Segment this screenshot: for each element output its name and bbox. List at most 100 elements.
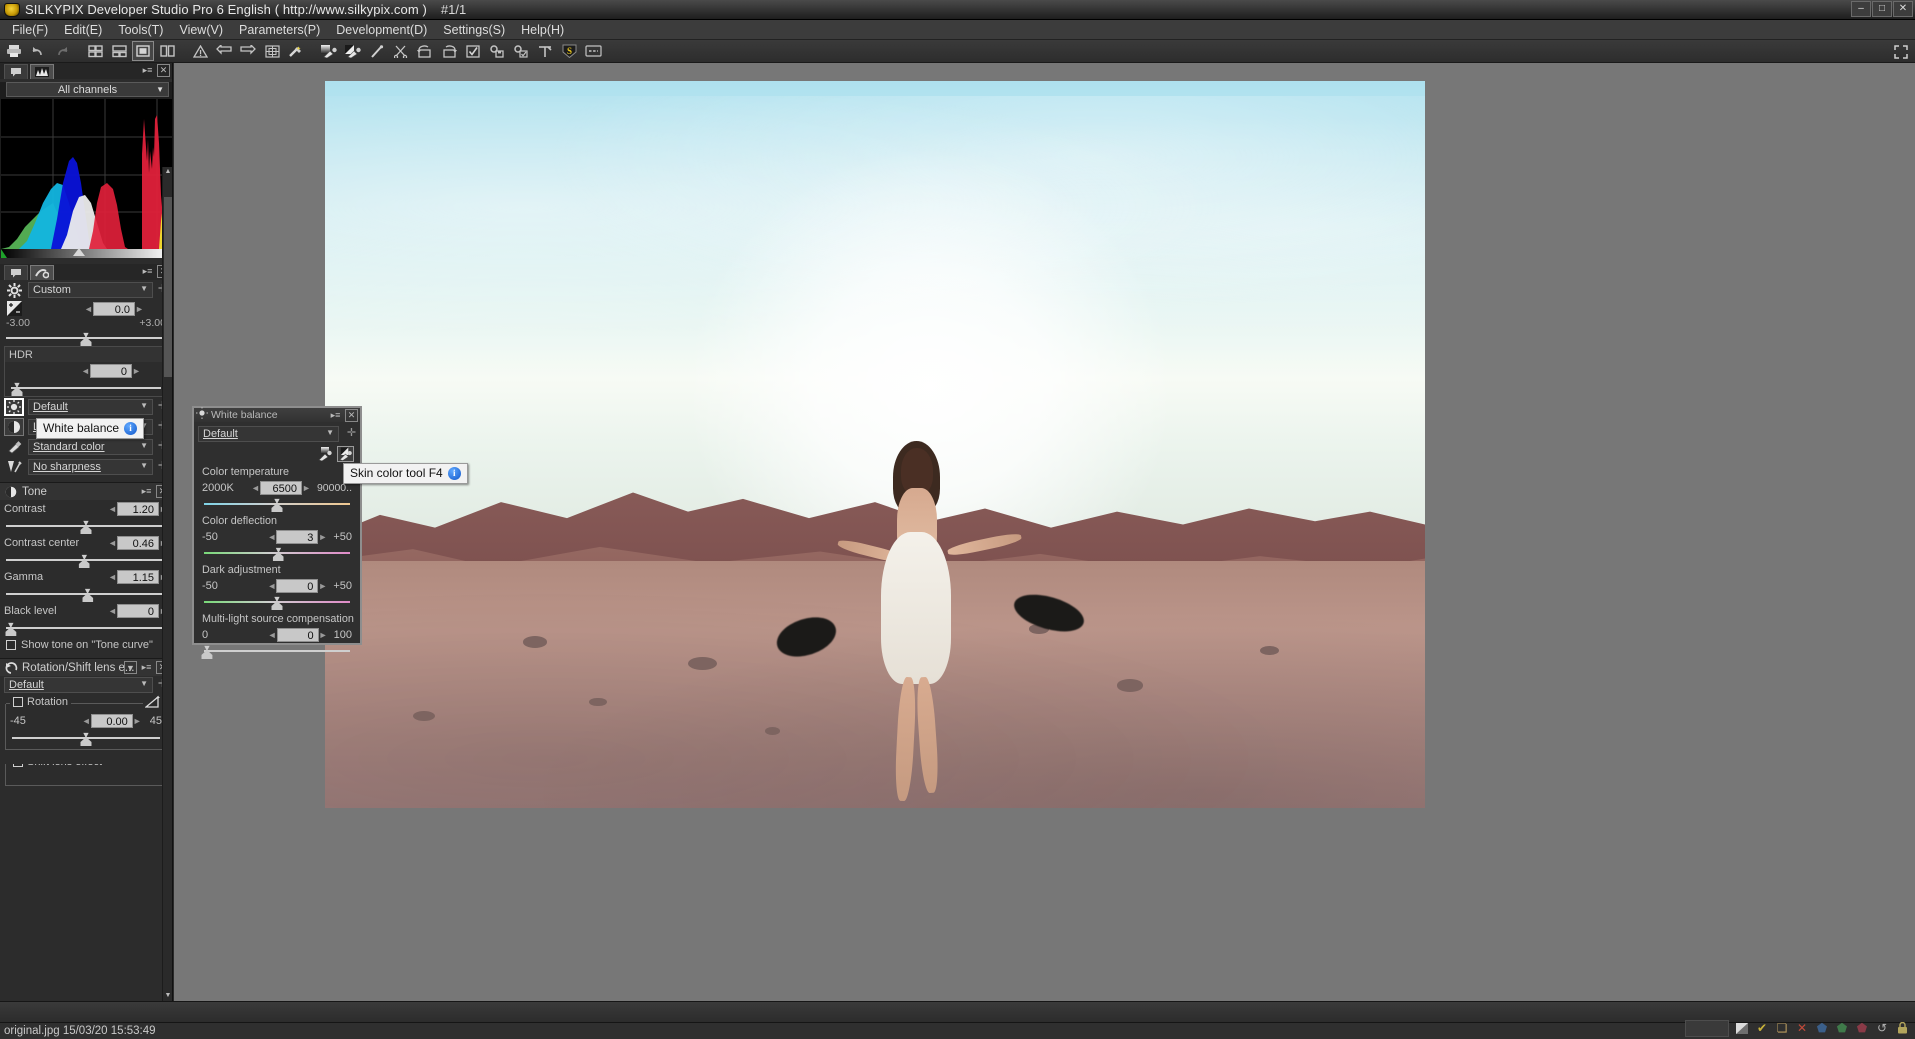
parameters-tab[interactable] [30,265,54,280]
panel-close-icon[interactable]: ✕ [157,64,170,77]
decrement-icon[interactable]: ◄ [108,504,117,514]
sharpness-quick-combo[interactable]: No sharpness ▼ [28,459,153,475]
white-balance-preset-combo[interactable]: Default ▼ [198,426,339,442]
decrement-icon[interactable]: ◄ [81,366,90,376]
rotate-left-icon[interactable] [414,41,436,61]
multi-light-slider[interactable]: ▼ [204,643,350,657]
lock-icon[interactable] [1895,1021,1909,1035]
image-format-icon[interactable] [1735,1021,1749,1035]
increment-icon[interactable]: ► [318,581,327,591]
histogram-gradient-bar[interactable] [1,249,172,258]
decrement-icon[interactable]: ◄ [108,572,117,582]
multi-light-value[interactable]: 0 [277,628,319,642]
skin-color-tool-icon[interactable] [342,41,364,61]
rotation-value[interactable]: 0.00 [91,714,133,728]
panel-menu-icon[interactable]: ▸≡ [140,485,153,498]
contrast-center-slider[interactable]: ▼ [6,552,166,566]
rotation-preset-combo[interactable]: Default ▼ [4,677,153,693]
menu-item-file[interactable]: File(F) [5,21,55,39]
thumbnail-grid-icon[interactable] [84,41,106,61]
panel-menu-icon[interactable]: ▸≡ [141,64,154,77]
add-white-balance-preset-icon[interactable]: ✛ [346,428,357,440]
decrement-icon[interactable]: ◄ [267,532,276,542]
decrement-icon[interactable]: ◄ [268,630,277,640]
copy-icon[interactable]: ❏ [1775,1021,1789,1035]
hdr-spinner[interactable]: ◄ 0 ► [81,364,141,378]
scrollbar-thumb[interactable] [164,197,172,377]
rotation-checkbox[interactable] [13,697,23,707]
scissors-icon[interactable] [390,41,412,61]
decrement-icon[interactable]: ◄ [84,304,93,314]
multi-light-spinner[interactable]: ◄ 0 ► [268,628,328,642]
thumbnail-list-icon[interactable] [108,41,130,61]
increment-icon[interactable]: ► [135,304,144,314]
contrast-spinner[interactable]: ◄ 1.20 ► [108,502,168,516]
batch-develop-icon[interactable] [486,41,508,61]
scroll-down-icon[interactable]: ▼ [164,991,172,1001]
next-image-icon[interactable] [237,41,259,61]
decrement-icon[interactable]: ◄ [108,606,117,616]
rotation-group-legend[interactable]: Rotation [10,696,71,708]
increment-icon[interactable]: ► [319,630,328,640]
menu-item-settings[interactable]: Settings(S) [436,21,512,39]
increment-icon[interactable]: ► [132,366,141,376]
panel-close-icon[interactable]: ✕ [345,409,358,422]
print-icon[interactable] [3,41,25,61]
exposure-value[interactable]: 0.0 [93,302,135,316]
shift-lens-group-legend[interactable]: Shift lens effect [10,764,105,768]
panel-menu-icon[interactable]: ▸≡ [141,265,154,278]
menu-item-help[interactable]: Help(H) [514,21,571,39]
quick-row-white-balance[interactable]: Default ▼ ✛ [0,397,172,417]
hdr-slider[interactable]: ▼ [11,380,161,394]
undo-icon[interactable]: ↺ [1875,1021,1889,1035]
rotation-slider[interactable]: ▼ [12,730,160,744]
previous-image-icon[interactable] [213,41,235,61]
decrement-icon[interactable]: ◄ [108,538,117,548]
exposure-slider[interactable]: ▼ [6,330,166,344]
dark-adjustment-spinner[interactable]: ◄ 0 ► [267,579,327,593]
show-tone-on-curve-checkbox[interactable] [6,640,16,650]
single-preview-icon[interactable] [132,41,154,61]
channel-select[interactable]: All channels ▼ [6,82,169,97]
increment-icon[interactable]: ► [318,532,327,542]
gray-balance-tool-icon[interactable] [318,41,340,61]
check-icon[interactable]: ✔ [1755,1021,1769,1035]
sun-icon[interactable] [4,398,24,416]
exposure-spinner[interactable]: ◄ 0.0 ► [84,302,144,316]
panel-menu-icon[interactable]: ▸≡ [329,409,342,422]
image-preview-area[interactable]: White balance ▸≡ ✕ Default ▼ ✛ [174,63,1915,1001]
white-balance-quick-combo[interactable]: Default ▼ [28,399,153,415]
develop-settings-icon[interactable] [510,41,532,61]
left-dock-scrollbar[interactable]: ▲ ▼ [162,167,172,1001]
gamma-value[interactable]: 1.15 [117,570,159,584]
gamma-spinner[interactable]: ◄ 1.15 ► [108,570,168,584]
decrement-icon[interactable]: ◄ [251,483,260,493]
menu-item-tools[interactable]: Tools(T) [111,21,170,39]
quick-row-sharpness[interactable]: No sharpness ▼ ✛ [0,457,172,477]
undo-arrow-icon[interactable] [27,41,49,61]
color-tube-icon[interactable] [4,438,24,456]
info-tab[interactable] [4,265,28,280]
contrast-center-value[interactable]: 0.46 [117,536,159,550]
gamma-slider[interactable]: ▼ [6,586,166,600]
show-tone-on-curve-row[interactable]: Show tone on "Tone curve" [0,636,172,654]
dark-adjustment-slider[interactable]: ▼ [204,594,350,608]
crop-frame-icon[interactable] [261,41,283,61]
white-balance-dialog-titlebar[interactable]: White balance ▸≡ ✕ [194,408,360,422]
silkypix-badge-icon[interactable]: S [558,41,580,61]
chevron-down-icon[interactable]: ▼ [124,661,137,674]
close-button[interactable]: ✕ [1893,1,1913,17]
shift-lens-checkbox[interactable] [13,764,23,767]
hdr-value[interactable]: 0 [90,364,132,378]
skin-color-tool-icon[interactable] [337,446,354,462]
dual-preview-icon[interactable] [156,41,178,61]
menu-item-view[interactable]: View(V) [172,21,230,39]
decrement-icon[interactable]: ◄ [82,716,91,726]
sharpness-icon[interactable] [4,458,24,476]
menu-item-development[interactable]: Development(D) [329,21,434,39]
histogram-midpoint-handle[interactable] [73,248,85,256]
increment-icon[interactable]: ► [302,483,311,493]
marker-red-icon[interactable]: ⬟ [1855,1021,1869,1035]
black-level-value[interactable]: 0 [117,604,159,618]
color-temperature-spinner[interactable]: ◄ 6500 ► [251,481,311,495]
